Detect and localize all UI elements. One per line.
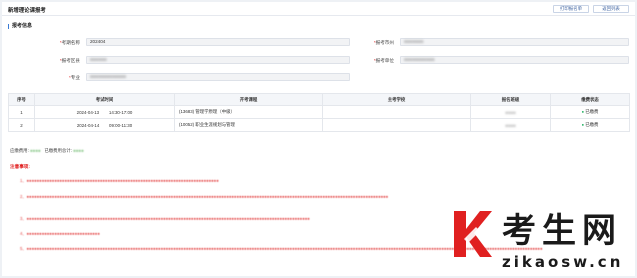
page-title: 新增理论课报考 — [8, 8, 46, 14]
table-row: 1 2024-04-13 14:30-17:00 (13683) 管理学原理（中… — [8, 105, 630, 119]
watermark-url: zikaosw.cn — [502, 253, 624, 271]
exam-district-value: ●●●●●● — [90, 57, 107, 62]
back-to-list-button[interactable]: 返回列表 — [593, 5, 629, 13]
row-index: 1 — [8, 105, 35, 119]
row-school — [322, 118, 471, 132]
watermark-brand: 考生网 — [502, 211, 622, 251]
header-class: 报名班级 — [470, 93, 551, 106]
header-index: 序号 — [8, 93, 35, 106]
fee-total-value: ●●●● — [30, 148, 41, 153]
section-title: 报考信息 — [8, 24, 32, 29]
exam-city-label: *报考市州 — [373, 40, 394, 45]
table-header-row: 序号 考试时间 开考课程 主考学校 报名班级 缴费状态 — [8, 93, 630, 106]
exam-unit-label: *报考单位 — [373, 58, 394, 63]
exam-city-field[interactable]: ●●●●●●● — [400, 38, 629, 46]
exam-city-value: ●●●●●●● — [404, 39, 424, 44]
major-label: *专业 — [69, 75, 80, 80]
header-course: 开考课程 — [174, 93, 323, 106]
table-row: 2 2024-04-14 09:00-11:30 (10052) 职业生涯规划与… — [8, 118, 630, 132]
course-table: 序号 考试时间 开考课程 主考学校 报名班级 缴费状态 1 2024-04-13… — [8, 93, 630, 132]
fee-paid-value: ●●●● — [73, 148, 84, 153]
row-class: ●●●● — [470, 105, 551, 119]
major-value: ●●●●●●●●●●●●● — [90, 74, 127, 79]
fee-summary: 应缴费用: ●●●● 已缴费用总计: ●●●● — [10, 148, 84, 153]
watermark-logo: 考生网 zikaosw.cn — [444, 207, 634, 275]
exam-unit-value: ●●●●●●●●●●● — [404, 57, 435, 62]
paid-dot-icon: ● — [581, 109, 584, 114]
major-field[interactable]: ●●●●●●●●●●●●● — [86, 73, 350, 81]
row-course: (13683) 管理学原理（中级） — [174, 105, 323, 119]
header-payment-status: 缴费状态 — [550, 93, 630, 106]
notice-title: 注意事项: — [10, 164, 30, 169]
page-card: 新增理论课报考 打印报名单 返回列表 报考信息 *考期名称 202404 *报考… — [2, 2, 635, 276]
row-class: ●●●● — [470, 118, 551, 132]
notice-item: 1、●●●●●●●●●●●●●●●●●●●●●●●●●●●●●●●●●●●●●●… — [20, 178, 219, 183]
exam-district-label: *报考区县 — [59, 58, 80, 63]
exam-name-label: *考期名称 — [59, 40, 80, 45]
row-school — [322, 105, 471, 119]
row-exam-time: 2024-04-14 09:00-11:30 — [34, 118, 175, 132]
exam-name-field[interactable]: 202404 — [86, 38, 350, 46]
exam-district-field[interactable]: ●●●●●● — [86, 56, 350, 64]
print-button[interactable]: 打印报名单 — [553, 5, 589, 13]
k-logo-icon — [454, 211, 492, 257]
row-exam-time: 2024-04-13 14:30-17:00 — [34, 105, 175, 119]
row-course: (10052) 职业生涯规划与管理 — [174, 118, 323, 132]
header-exam-time: 考试时间 — [34, 93, 175, 106]
header-school: 主考学校 — [322, 93, 471, 106]
notice-item: 2、●●●●●●●●●●●●●●●●●●●●●●●●●●●●●●●●●●●●●●… — [20, 194, 389, 199]
exam-unit-field[interactable]: ●●●●●●●●●●● — [400, 56, 629, 64]
row-payment-status: ● 已缴费 — [550, 105, 630, 119]
row-index: 2 — [8, 118, 35, 132]
paid-dot-icon: ● — [581, 122, 584, 127]
top-bar: 新增理论课报考 打印报名单 返回列表 — [2, 2, 635, 16]
row-payment-status: ● 已缴费 — [550, 118, 630, 132]
